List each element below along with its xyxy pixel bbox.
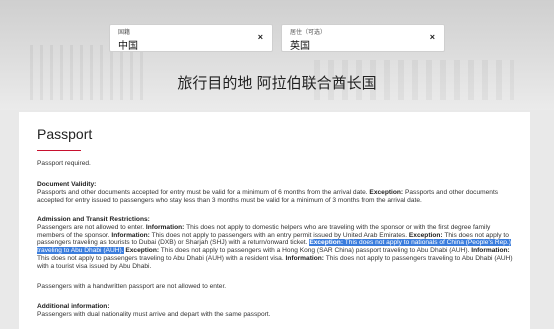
residence-field[interactable]: 居住（可选） 英国 × xyxy=(281,24,445,52)
admission-text-3: This does not apply to passengers with a… xyxy=(151,231,408,239)
admission-exception-label: Exception: xyxy=(408,231,443,239)
passport-required-text: Passport required. xyxy=(37,160,91,167)
admission-exception-label-2: Exception: xyxy=(125,247,160,255)
validity-text: Passports and other documents accepted f… xyxy=(37,188,368,196)
nationality-label: 国籍 xyxy=(118,30,131,36)
nationality-value[interactable]: 中国 xyxy=(118,37,138,52)
admission-text-5: This does not apply to passengers with a… xyxy=(160,247,470,255)
residence-clear-icon[interactable]: × xyxy=(430,32,435,42)
validity-section: Document Validity: Passports and other d… xyxy=(37,181,515,204)
highlighted-text-1: This does not apply to nationals of Chin… xyxy=(344,239,511,247)
admission-info-label-3: Information: xyxy=(471,247,510,255)
additional-section: Additional information: Passengers with … xyxy=(37,303,515,319)
admission-info-label-4: Information: xyxy=(285,254,324,262)
admission-text-1: Passengers are not allowed to enter. xyxy=(37,223,145,231)
admission-info-label: Information: xyxy=(145,223,185,231)
handwritten-passport-text: Passengers with a handwritten passport a… xyxy=(37,283,227,290)
nationality-clear-icon[interactable]: × xyxy=(258,32,263,42)
highlighted-text-2: traveling to Abu Dhabi (AUH). xyxy=(37,247,124,255)
residence-label: 居住（可选） xyxy=(290,30,327,36)
additional-heading: Additional information: xyxy=(37,303,110,310)
validity-exception-label: Exception: xyxy=(369,188,404,196)
admission-heading: Admission and Transit Restrictions: xyxy=(37,216,150,223)
admission-info-label-2: Information: xyxy=(111,231,150,239)
validity-heading: Document Validity: xyxy=(37,181,97,188)
card-title: Passport xyxy=(37,126,93,142)
title-underline xyxy=(37,150,81,151)
residence-value[interactable]: 英国 xyxy=(290,37,310,52)
admission-text-6: This does not apply to passengers travel… xyxy=(37,254,284,262)
header-background-image xyxy=(0,0,554,110)
nationality-field[interactable]: 国籍 中国 × xyxy=(109,24,273,52)
highlighted-exception-label: Exception: xyxy=(309,239,344,247)
passport-card: Passport Passport required. Document Val… xyxy=(19,112,530,329)
additional-text: Passengers with dual nationality must ar… xyxy=(37,310,271,318)
destination-title: 旅行目的地 阿拉伯联合酋长国 xyxy=(177,75,377,92)
admission-section: Admission and Transit Restrictions: Pass… xyxy=(37,216,515,271)
